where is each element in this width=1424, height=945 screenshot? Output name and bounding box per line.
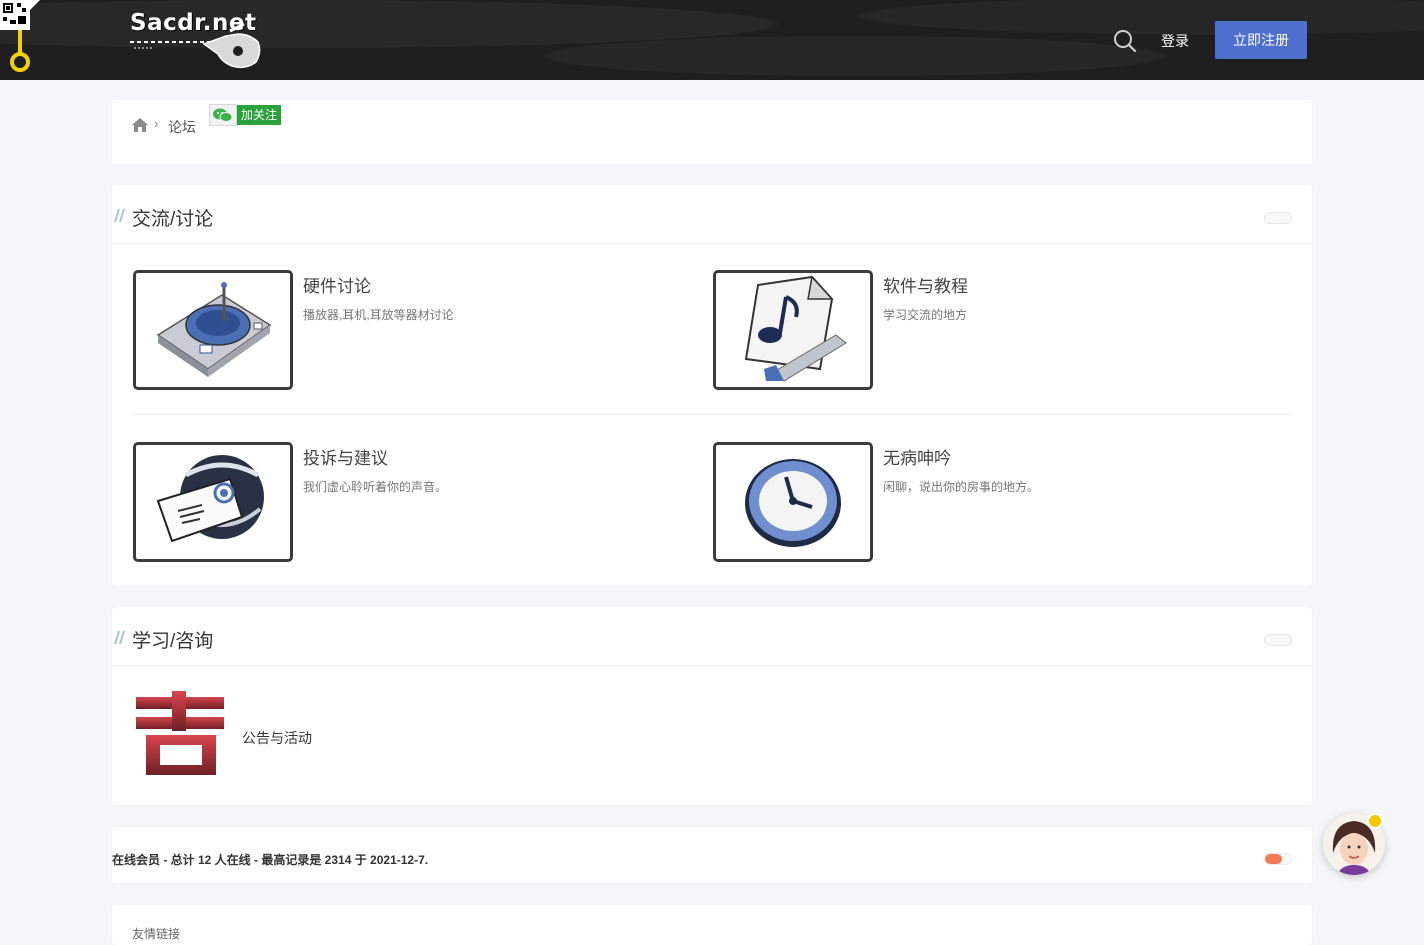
collapse-toggle[interactable] <box>1264 212 1292 224</box>
forum-description: 我们虚心聆听着你的声音。 <box>303 480 448 494</box>
forum-title[interactable]: 软件与教程 <box>883 272 968 297</box>
friend-links-panel: 友情链接 <box>112 905 1312 945</box>
forum-item-chat[interactable]: 无病呻吟 闲聊，说出你的房事的地方。 <box>713 442 1273 562</box>
qr-key-icon[interactable] <box>0 0 40 75</box>
forum-title[interactable]: 无病呻吟 <box>883 444 951 469</box>
collapse-toggle[interactable] <box>1264 634 1292 646</box>
links-title: 友情链接 <box>132 927 181 941</box>
turntable-icon <box>133 270 293 390</box>
register-button[interactable]: 立即注册 <box>1215 21 1307 59</box>
login-link[interactable]: 登录 <box>1161 31 1189 51</box>
online-members-panel: 在线会员 - 总计 12 人在线 - 最高记录是 2314 于 2021-12-… <box>112 827 1312 883</box>
forum-description: 学习交流的地方 <box>883 308 968 322</box>
online-stats: 在线会员 - 总计 12 人在线 - 最高记录是 2314 于 2021-12-… <box>112 853 429 867</box>
forum-description: 闲聊，说出你的房事的地方。 <box>883 480 1040 494</box>
guitar-logo-icon <box>130 22 261 69</box>
double-slash-icon <box>114 630 125 645</box>
forum-title[interactable]: 硬件讨论 <box>303 272 371 297</box>
site-logo[interactable]: Sacdr.net <box>126 6 266 72</box>
chevron-right-icon: › <box>154 116 159 131</box>
forum-item-hardware[interactable]: 硬件讨论 播放器,耳机,耳放等器材讨论 <box>133 270 693 390</box>
section-header: 学习/咨询 <box>112 607 1312 666</box>
top-header: Sacdr.net 登录 立即注册 <box>0 0 1424 80</box>
forum-title[interactable]: 公告与活动 <box>242 728 312 748</box>
mail-globe-icon <box>133 442 293 562</box>
forum-description: 播放器,耳机,耳放等器材讨论 <box>303 308 454 322</box>
forum-item-feedback[interactable]: 投诉与建议 我们虚心聆听着你的声音。 <box>133 442 693 562</box>
forum-item-software[interactable]: 软件与教程 学习交流的地方 <box>713 270 1273 390</box>
wechat-follow-button[interactable]: 加关注 <box>209 104 282 126</box>
online-toggle[interactable] <box>1264 853 1292 865</box>
section-header: 交流/讨论 <box>112 185 1312 244</box>
wechat-icon <box>209 104 237 126</box>
music-file-icon <box>713 270 873 390</box>
row-divider <box>132 414 1292 415</box>
home-icon[interactable] <box>132 118 148 132</box>
section-discussion: 交流/讨论 硬件讨论 播放器,耳机,耳放等器材讨论 软件与教程 学习交流的地方 … <box>112 185 1312 586</box>
double-slash-icon <box>114 208 125 223</box>
follow-label: 加关注 <box>237 105 282 125</box>
search-icon[interactable] <box>1112 28 1138 54</box>
notification-dot <box>1367 813 1383 829</box>
announcement-glyph: 告 <box>132 691 133 692</box>
section-title: 交流/讨论 <box>132 209 214 230</box>
breadcrumb-forum-link[interactable]: 论坛 <box>168 117 196 137</box>
section-learning: 学习/咨询 告 公告与活动 <box>112 607 1312 805</box>
section-title: 学习/咨询 <box>132 631 214 652</box>
forum-title[interactable]: 投诉与建议 <box>303 444 388 469</box>
breadcrumb: › 论坛 加关注 <box>112 100 1312 164</box>
announcement-icon[interactable]: 告 <box>132 691 228 781</box>
clock-icon <box>713 442 873 562</box>
